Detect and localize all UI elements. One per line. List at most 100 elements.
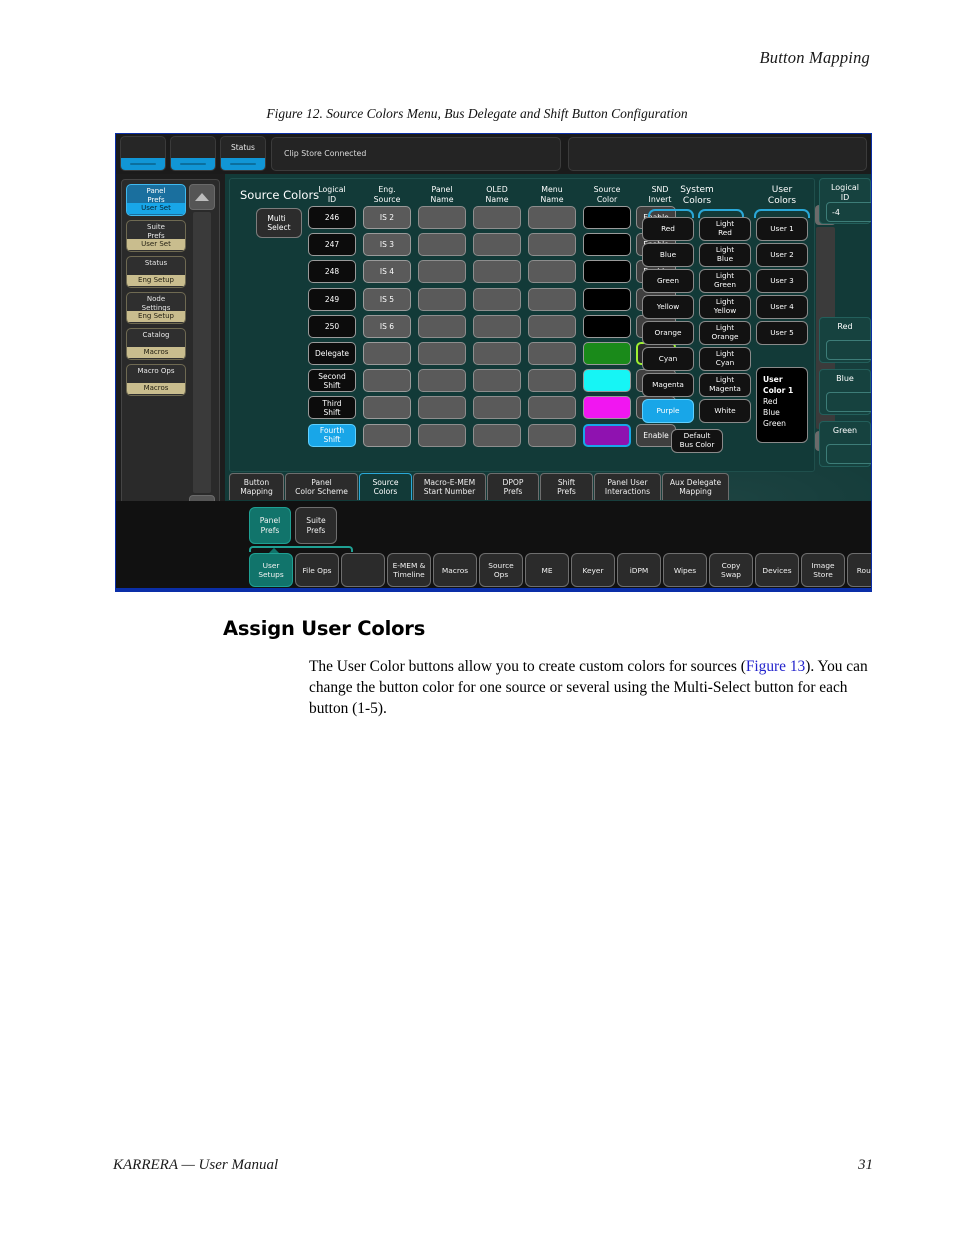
cell-panel-name[interactable] xyxy=(418,369,466,393)
cell-menu-name[interactable] xyxy=(528,287,576,311)
cell-eng-source[interactable]: IS 6 xyxy=(363,314,411,338)
cell-panel-name[interactable] xyxy=(418,396,466,420)
cell-oled-name[interactable] xyxy=(473,369,521,393)
system-color-blue[interactable]: Blue xyxy=(642,243,694,267)
cell-eng-source[interactable] xyxy=(363,369,411,393)
logical-id-field[interactable]: -4 xyxy=(826,202,871,222)
cell-oled-name[interactable] xyxy=(473,287,521,311)
cell-menu-name[interactable] xyxy=(528,342,576,365)
nav-source-ops[interactable]: Source Ops xyxy=(479,553,523,587)
user-color-button-3[interactable]: User 3 xyxy=(756,269,808,293)
system-color-green[interactable]: Green xyxy=(642,269,694,293)
system-color-light-red[interactable]: Light Red xyxy=(699,217,751,241)
cell-oled-name[interactable] xyxy=(473,233,521,257)
cell-logical-id[interactable]: 246 xyxy=(308,206,356,229)
nav-copy-swap[interactable]: Copy Swap xyxy=(709,553,753,587)
status-tile-2[interactable] xyxy=(170,136,216,171)
red-field[interactable] xyxy=(826,340,871,360)
cell-source-color[interactable] xyxy=(583,260,631,284)
cell-logical-id[interactable]: 248 xyxy=(308,260,356,284)
cell-logical-id[interactable]: Third Shift xyxy=(308,396,356,420)
cell-logical-id[interactable]: 247 xyxy=(308,233,356,257)
system-color-purple[interactable]: Purple xyxy=(642,399,694,423)
cell-eng-source[interactable] xyxy=(363,423,411,447)
cell-logical-id[interactable]: Second Shift xyxy=(308,369,356,393)
cell-oled-name[interactable] xyxy=(473,206,521,229)
scrollbar-track[interactable] xyxy=(193,212,211,493)
cell-source-color[interactable] xyxy=(583,233,631,257)
nav-macros[interactable]: Macros xyxy=(433,553,477,587)
cell-logical-id[interactable]: Fourth Shift xyxy=(308,423,356,447)
cell-menu-name[interactable] xyxy=(528,206,576,229)
nav-idpm[interactable]: iDPM xyxy=(617,553,661,587)
tab-panel-user-interactions[interactable]: Panel User Interactions xyxy=(594,473,661,500)
blue-field[interactable] xyxy=(826,392,871,412)
scroll-up-icon[interactable] xyxy=(189,184,215,210)
cell-menu-name[interactable] xyxy=(528,396,576,420)
system-color-orange[interactable]: Orange xyxy=(642,321,694,345)
nav-wipes[interactable]: Wipes xyxy=(663,553,707,587)
green-field[interactable] xyxy=(826,444,871,464)
cell-oled-name[interactable] xyxy=(473,314,521,338)
nav-devices[interactable]: Devices xyxy=(755,553,799,587)
cell-source-color[interactable] xyxy=(583,423,631,447)
sidebar-item-macro-ops[interactable]: Macro Ops Macros xyxy=(126,364,186,396)
sidebar-item-catalog[interactable]: Catalog Macros xyxy=(126,328,186,360)
cell-panel-name[interactable] xyxy=(418,314,466,338)
tab-macro-e-mem-start-number[interactable]: Macro-E-MEM Start Number xyxy=(413,473,486,500)
status-tile-1[interactable] xyxy=(120,136,166,171)
system-color-light-blue[interactable]: Light Blue xyxy=(699,243,751,267)
status-tile-3[interactable]: Status xyxy=(220,136,266,171)
cell-panel-name[interactable] xyxy=(418,342,466,365)
sidebar-item-node-settings[interactable]: Node Settings Eng Setup xyxy=(126,292,186,324)
user-color-button-5[interactable]: User 5 xyxy=(756,321,808,345)
nav-user-setups[interactable]: User Setups xyxy=(249,553,293,587)
cell-panel-name[interactable] xyxy=(418,287,466,311)
cell-oled-name[interactable] xyxy=(473,342,521,365)
cell-menu-name[interactable] xyxy=(528,314,576,338)
cell-eng-source[interactable] xyxy=(363,396,411,420)
system-color-light-cyan[interactable]: Light Cyan xyxy=(699,347,751,371)
tab-source-colors[interactable]: Source Colors xyxy=(359,473,412,500)
user-color-button-1[interactable]: User 1 xyxy=(756,217,808,241)
nav-image-store[interactable]: Image Store xyxy=(801,553,845,587)
cell-source-color[interactable] xyxy=(583,342,631,365)
nav-file-ops[interactable]: File Ops xyxy=(295,553,339,587)
sidebar-item-panel-prefs[interactable]: Panel Prefs User Set xyxy=(126,184,186,216)
sidebar-item-status[interactable]: Status Eng Setup xyxy=(126,256,186,288)
system-color-light-green[interactable]: Light Green xyxy=(699,269,751,293)
system-color-red[interactable]: Red xyxy=(642,217,694,241)
cell-menu-name[interactable] xyxy=(528,369,576,393)
prefs-panel-prefs[interactable]: Panel Prefs xyxy=(249,507,291,544)
tab-shift-prefs[interactable]: Shift Prefs xyxy=(540,473,593,500)
tab-panel-color-scheme[interactable]: Panel Color Scheme xyxy=(285,473,358,500)
cell-logical-id[interactable]: 250 xyxy=(308,314,356,338)
sidebar-item-suite-prefs[interactable]: Suite Prefs User Set xyxy=(126,220,186,252)
prefs-suite-prefs[interactable]: Suite Prefs xyxy=(295,507,337,544)
default-bus-color-button[interactable]: Default Bus Color xyxy=(671,429,723,453)
cell-source-color[interactable] xyxy=(583,314,631,338)
cell-logical-id[interactable]: Delegate xyxy=(308,342,356,365)
cell-menu-name[interactable] xyxy=(528,260,576,284)
system-color-magenta[interactable]: Magenta xyxy=(642,373,694,397)
cell-panel-name[interactable] xyxy=(418,260,466,284)
system-color-white[interactable]: White xyxy=(699,399,751,423)
nav-blank-2[interactable] xyxy=(341,553,385,587)
system-color-light-yellow[interactable]: Light Yellow xyxy=(699,295,751,319)
user-color-button-2[interactable]: User 2 xyxy=(756,243,808,267)
cell-oled-name[interactable] xyxy=(473,260,521,284)
nav-me[interactable]: ME xyxy=(525,553,569,587)
system-color-yellow[interactable]: Yellow xyxy=(642,295,694,319)
cell-source-color[interactable] xyxy=(583,396,631,420)
cell-source-color[interactable] xyxy=(583,369,631,393)
cell-eng-source[interactable] xyxy=(363,342,411,365)
cell-eng-source[interactable]: IS 3 xyxy=(363,233,411,257)
multi-select-button[interactable]: Multi Select xyxy=(256,208,302,238)
cell-eng-source[interactable]: IS 4 xyxy=(363,260,411,284)
cell-eng-source[interactable]: IS 2 xyxy=(363,206,411,229)
cell-panel-name[interactable] xyxy=(418,206,466,229)
cell-logical-id[interactable]: 249 xyxy=(308,287,356,311)
cell-oled-name[interactable] xyxy=(473,396,521,420)
tab-dpop-prefs[interactable]: DPOP Prefs xyxy=(487,473,539,500)
nav-router[interactable]: Router xyxy=(847,553,871,587)
